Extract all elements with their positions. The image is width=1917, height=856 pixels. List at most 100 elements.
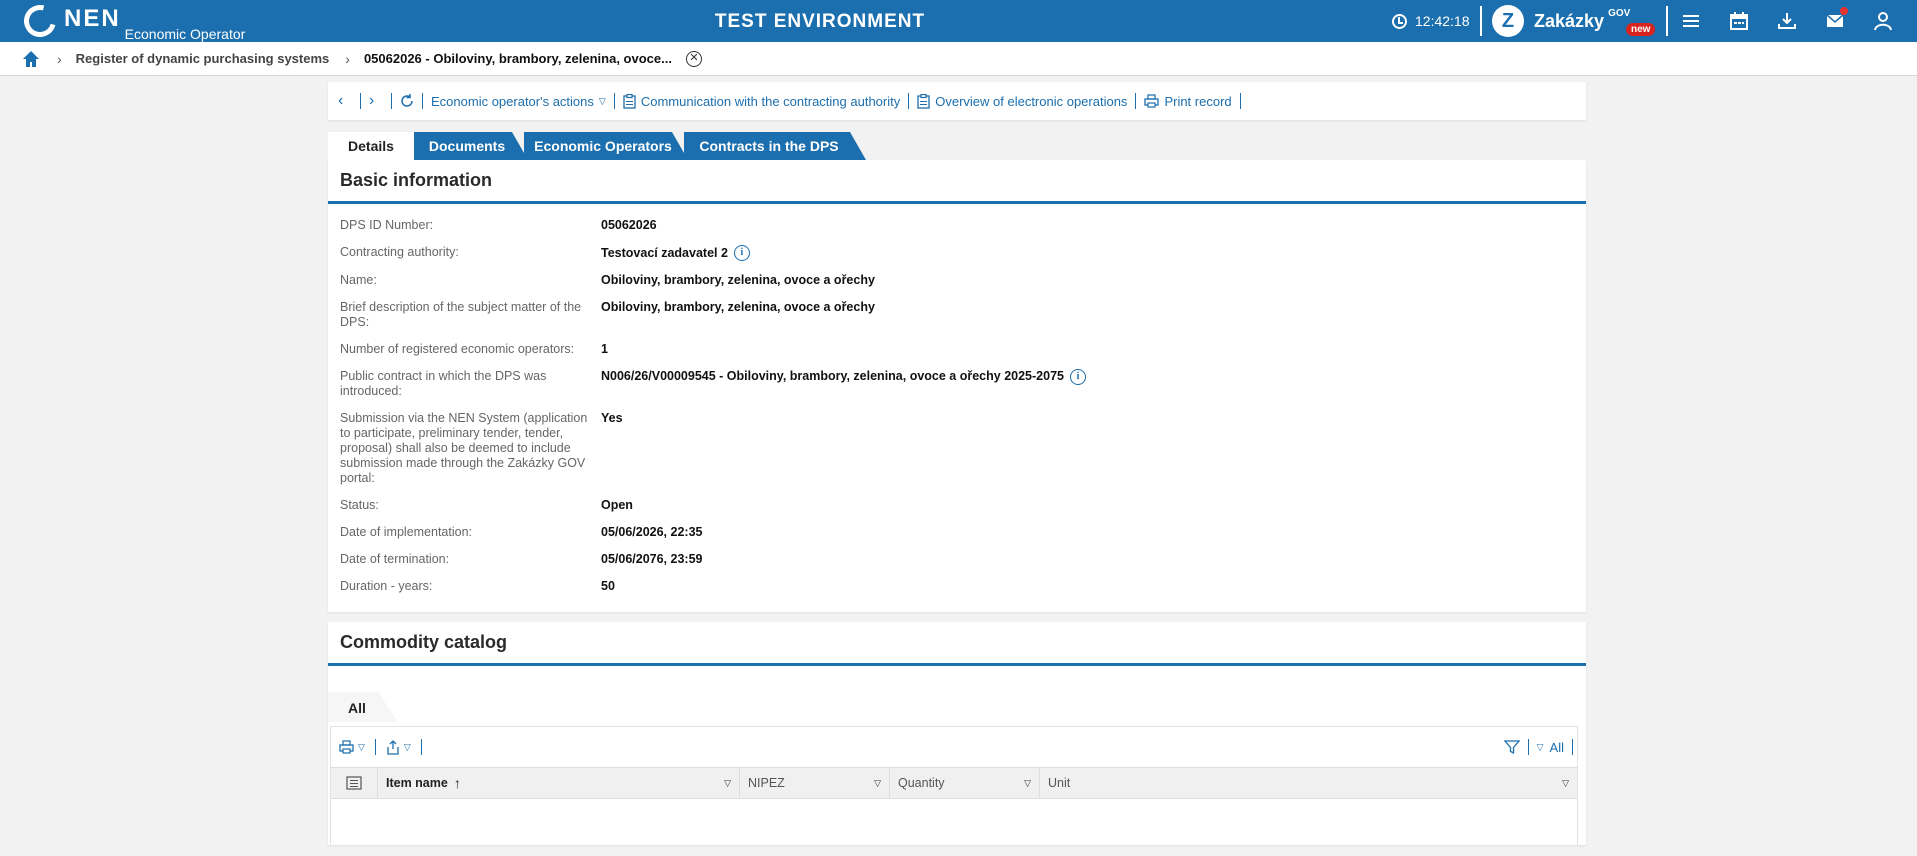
tab-details[interactable]: Details	[328, 132, 414, 160]
top-icons	[1680, 7, 1894, 32]
info-row-contracting-authority: Contracting authority: Testovací zadavat…	[340, 245, 1574, 261]
print-menu[interactable]: ▽	[339, 740, 365, 754]
communication-label: Communication with the contracting autho…	[640, 93, 901, 109]
column-label: Item name	[386, 776, 448, 790]
column-quantity[interactable]: Quantity ▽	[890, 768, 1040, 798]
divider	[1480, 6, 1482, 36]
info-row-dps-id: DPS ID Number: 05062026	[340, 218, 1574, 233]
zakazky-gov-link[interactable]: Z Zakázky GOV new	[1492, 5, 1656, 37]
grid-header: Item name ↑ ▽ NIPEZ ▽ Quantity ▽ Unit ▽	[331, 767, 1577, 799]
user-icon[interactable]	[1872, 10, 1894, 32]
column-settings-icon[interactable]	[331, 768, 378, 798]
duration-value: 50	[601, 579, 615, 593]
status-value: Open	[601, 498, 633, 512]
info-row-status: Status: Open	[340, 498, 1574, 513]
download-icon[interactable]	[1776, 10, 1798, 32]
row-label: Number of registered economic operators:	[340, 342, 575, 356]
detail-tabs: Details Documents Economic Operators Con…	[328, 132, 1586, 160]
row-label: Brief description of the subject matter …	[340, 300, 582, 329]
tab-contracts-in-dps[interactable]: Contracts in the DPS	[684, 132, 866, 160]
section-title: Commodity catalog	[328, 622, 1586, 666]
info-row-name: Name: Obiloviny, brambory, zelenina, ovo…	[340, 273, 1574, 288]
filter-icon[interactable]	[1503, 739, 1520, 755]
catalog-grid: ▽ ▽ ▽ All Item name ↑ ▽ NIPEZ ▽ Quantity…	[330, 726, 1578, 845]
chevron-right-icon: ›	[57, 50, 62, 67]
clock-icon	[1392, 13, 1407, 29]
filter-dropdown[interactable]: ▽ All	[1537, 740, 1564, 755]
calendar-icon[interactable]	[1728, 10, 1750, 32]
grid-body	[331, 799, 1577, 845]
clipboard-icon	[623, 93, 636, 109]
column-unit[interactable]: Unit ▽	[1040, 768, 1577, 798]
row-value: Testovací zadavatel 2 i	[601, 245, 750, 261]
home-icon[interactable]	[21, 49, 41, 69]
column-item-name[interactable]: Item name ↑ ▽	[378, 768, 740, 798]
info-row-public-contract: Public contract in which the DPS was int…	[340, 369, 1574, 399]
row-value: 50	[601, 579, 615, 594]
dropdown-triangle-icon: ▽	[1536, 741, 1544, 752]
unread-indicator	[1840, 7, 1848, 15]
column-label: Unit	[1048, 776, 1071, 790]
row-value: 05/06/2076, 23:59	[601, 552, 702, 567]
printer-icon	[339, 740, 354, 754]
next-record-icon[interactable]: ›	[369, 92, 383, 110]
zakazky-gov: GOV	[1608, 7, 1631, 19]
column-nipez[interactable]: NIPEZ ▽	[740, 768, 890, 798]
overview-operations-button[interactable]: Overview of electronic operations	[917, 93, 1127, 109]
close-icon[interactable]: ✕	[685, 50, 702, 67]
top-bar: NEN Economic Operator TEST ENVIRONMENT 1…	[0, 0, 1917, 43]
economic-operator-actions-menu[interactable]: Economic operator's actions ▽	[431, 94, 606, 109]
divider	[1239, 93, 1241, 109]
zakazky-logo-icon: Z	[1492, 5, 1524, 37]
info-icon[interactable]: i	[733, 245, 750, 261]
divider	[1135, 93, 1137, 109]
info-row-registered-operators: Number of registered economic operators:…	[340, 342, 1574, 357]
mail-icon[interactable]	[1824, 7, 1848, 32]
filter-label: All	[1549, 739, 1564, 755]
export-icon	[387, 739, 399, 755]
divider	[908, 93, 910, 109]
termination-date-value: 05/06/2076, 23:59	[601, 552, 703, 566]
info-icon[interactable]: i	[1069, 369, 1086, 385]
breadcrumb-register[interactable]: Register of dynamic purchasing systems	[76, 51, 330, 66]
subtab-all[interactable]: All	[328, 692, 398, 722]
communication-button[interactable]: Communication with the contracting autho…	[623, 93, 901, 109]
info-rows: DPS ID Number: 05062026 Contracting auth…	[328, 204, 1586, 612]
divider	[1666, 6, 1668, 36]
divider	[360, 93, 361, 109]
row-value: Obiloviny, brambory, zelenina, ovoce a o…	[601, 300, 875, 330]
row-label: Submission via the NEN System (applicati…	[340, 411, 588, 485]
row-label: Status:	[340, 498, 379, 512]
economic-operator-actions-label: Economic operator's actions	[431, 93, 594, 109]
breadcrumb-current: 05062026 - Obiloviny, brambory, zelenina…	[363, 51, 672, 66]
export-menu[interactable]: ▽	[386, 739, 411, 755]
section-title: Basic information	[328, 160, 1586, 204]
column-menu-icon[interactable]: ▽	[1562, 778, 1569, 789]
clock-time: 12:42:18	[1415, 13, 1470, 29]
divider	[1527, 739, 1529, 755]
row-value: 05/06/2026, 22:35	[601, 525, 702, 540]
column-menu-icon[interactable]: ▽	[1024, 778, 1031, 789]
previous-record-icon[interactable]: ‹	[338, 92, 352, 110]
refresh-icon[interactable]	[400, 94, 414, 108]
print-record-button[interactable]: Print record	[1144, 94, 1232, 109]
new-badge: new	[1626, 23, 1656, 36]
printer-icon	[1144, 94, 1160, 108]
column-menu-icon[interactable]: ▽	[874, 778, 881, 789]
column-label: Quantity	[898, 776, 945, 790]
row-label: Public contract in which the DPS was int…	[340, 369, 547, 398]
column-menu-icon[interactable]: ▽	[724, 778, 731, 789]
row-value: Obiloviny, brambory, zelenina, ovoce a o…	[601, 273, 875, 288]
info-row-brief-description: Brief description of the subject matter …	[340, 300, 1574, 330]
submission-value: Yes	[601, 411, 623, 425]
row-label: DPS ID Number:	[340, 218, 434, 232]
row-value: Yes	[601, 411, 623, 486]
dps-id-value: 05062026	[601, 218, 657, 232]
dropdown-triangle-icon: ▽	[598, 95, 606, 106]
row-label: Name:	[340, 273, 377, 287]
menu-icon[interactable]	[1680, 10, 1702, 32]
tab-economic-operators[interactable]: Economic Operators	[524, 132, 688, 160]
divider	[422, 93, 423, 109]
tab-documents[interactable]: Documents	[414, 132, 528, 160]
zakazky-label: Zakázky	[1534, 10, 1605, 31]
